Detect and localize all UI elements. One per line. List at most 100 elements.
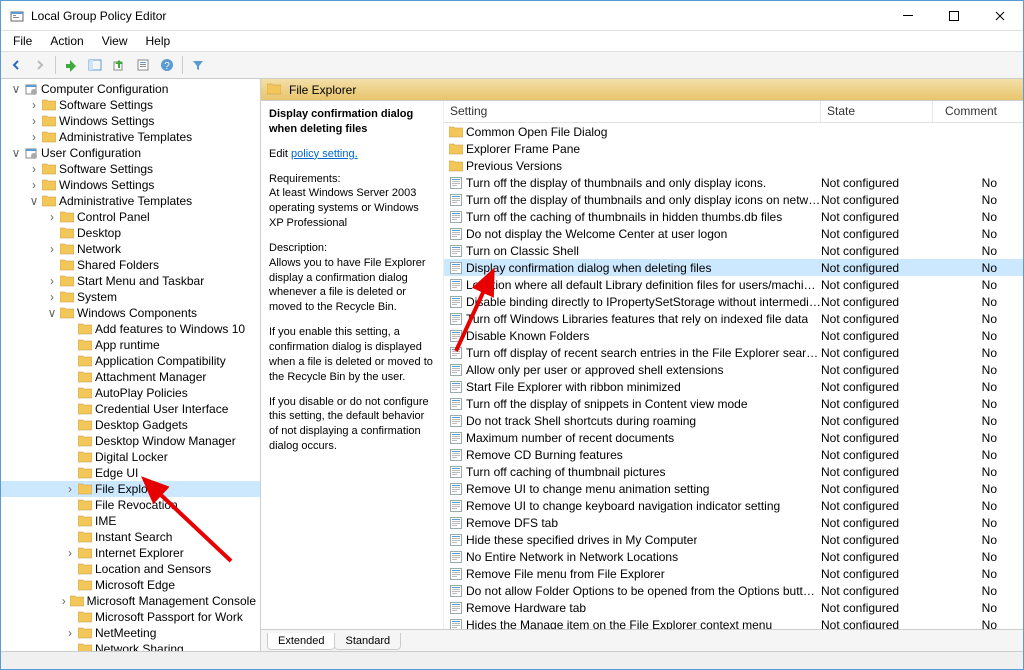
expand-icon[interactable]: › (45, 274, 59, 288)
tree-item[interactable]: Location and Sensors (1, 561, 260, 577)
col-header-setting[interactable]: Setting (444, 101, 821, 122)
tree-item[interactable]: Add features to Windows 10 (1, 321, 260, 337)
tree-item[interactable]: ›Network (1, 241, 260, 257)
tree-item[interactable]: Desktop (1, 225, 260, 241)
tree-item[interactable]: File Revocation (1, 497, 260, 513)
list-row[interactable]: Remove UI to change keyboard navigation … (444, 497, 1023, 514)
filter-button[interactable] (187, 54, 209, 76)
back-button[interactable] (5, 54, 27, 76)
list-row[interactable]: Explorer Frame Pane (444, 140, 1023, 157)
tree-item[interactable]: Instant Search (1, 529, 260, 545)
forward-button[interactable] (29, 54, 51, 76)
list-row[interactable]: Disable binding directly to IPropertySet… (444, 293, 1023, 310)
expand-icon[interactable]: › (63, 626, 77, 640)
list-body[interactable]: Common Open File DialogExplorer Frame Pa… (444, 123, 1023, 629)
list-row[interactable]: Turn off the display of thumbnails and o… (444, 191, 1023, 208)
list-row[interactable]: Remove CD Burning featuresNot configured… (444, 446, 1023, 463)
expand-icon[interactable]: › (45, 242, 59, 256)
menu-help[interactable]: Help (138, 32, 179, 50)
list-row[interactable]: Do not display the Welcome Center at use… (444, 225, 1023, 242)
tree-item[interactable]: Shared Folders (1, 257, 260, 273)
list-row[interactable]: Previous Versions (444, 157, 1023, 174)
show-hide-tree-button[interactable] (84, 54, 106, 76)
tree-item[interactable]: ∨Computer Configuration (1, 81, 260, 97)
list-row[interactable]: Remove Hardware tabNot configuredNo (444, 599, 1023, 616)
expand-icon[interactable]: › (27, 130, 41, 144)
collapse-icon[interactable]: ∨ (9, 146, 23, 160)
tree-item[interactable]: Desktop Gadgets (1, 417, 260, 433)
tree-item[interactable]: Edge UI (1, 465, 260, 481)
tree-item[interactable]: ›Software Settings (1, 97, 260, 113)
tab-extended[interactable]: Extended (267, 633, 335, 650)
help-button[interactable]: ? (156, 54, 178, 76)
maximize-button[interactable] (931, 1, 977, 31)
list-row[interactable]: Maximum number of recent documentsNot co… (444, 429, 1023, 446)
collapse-icon[interactable]: ∨ (27, 194, 41, 208)
tree-item[interactable]: ∨Administrative Templates (1, 193, 260, 209)
expand-icon[interactable]: › (57, 594, 70, 608)
col-header-state[interactable]: State (821, 101, 933, 122)
tree-item[interactable]: Desktop Window Manager (1, 433, 260, 449)
menu-action[interactable]: Action (42, 32, 91, 50)
tree-item[interactable]: ›Windows Settings (1, 113, 260, 129)
expand-icon[interactable]: › (27, 98, 41, 112)
tree-item[interactable]: ›System (1, 289, 260, 305)
list-row[interactable]: No Entire Network in Network LocationsNo… (444, 548, 1023, 565)
close-button[interactable] (977, 1, 1023, 31)
tab-standard[interactable]: Standard (334, 633, 401, 650)
tree-item[interactable]: ›File Explorer (1, 481, 260, 497)
list-row[interactable]: Do not allow Folder Options to be opened… (444, 582, 1023, 599)
expand-icon[interactable]: › (45, 290, 59, 304)
up-button[interactable] (60, 54, 82, 76)
list-row[interactable]: Display confirmation dialog when deletin… (444, 259, 1023, 276)
edit-policy-link[interactable]: policy setting. (291, 148, 358, 160)
tree-item[interactable]: Digital Locker (1, 449, 260, 465)
tree-item[interactable]: Microsoft Passport for Work (1, 609, 260, 625)
tree-item[interactable]: Application Compatibility (1, 353, 260, 369)
tree-item[interactable]: ∨Windows Components (1, 305, 260, 321)
list-row[interactable]: Start File Explorer with ribbon minimize… (444, 378, 1023, 395)
list-row[interactable]: Hides the Manage item on the File Explor… (444, 616, 1023, 629)
tree-item[interactable]: IME (1, 513, 260, 529)
expand-icon[interactable]: › (27, 178, 41, 192)
list-row[interactable]: Remove DFS tabNot configuredNo (444, 514, 1023, 531)
list-row[interactable]: Disable Known FoldersNot configuredNo (444, 327, 1023, 344)
tree-item[interactable]: Credential User Interface (1, 401, 260, 417)
list-row[interactable]: Turn off the display of thumbnails and o… (444, 174, 1023, 191)
tree-item[interactable]: ›Microsoft Management Console (1, 593, 260, 609)
tree-item[interactable]: Attachment Manager (1, 369, 260, 385)
tree-item[interactable]: Network Sharing (1, 641, 260, 651)
properties-button[interactable] (132, 54, 154, 76)
list-row[interactable]: Turn on Classic ShellNot configuredNo (444, 242, 1023, 259)
list-row[interactable]: Hide these specified drives in My Comput… (444, 531, 1023, 548)
list-row[interactable]: Do not track Shell shortcuts during roam… (444, 412, 1023, 429)
list-row[interactable]: Turn off the caching of thumbnails in hi… (444, 208, 1023, 225)
tree-panel[interactable]: ∨Computer Configuration›Software Setting… (1, 79, 261, 651)
tree-item[interactable]: ›Software Settings (1, 161, 260, 177)
list-row[interactable]: Remove File menu from File ExplorerNot c… (444, 565, 1023, 582)
list-row[interactable]: Turn off Windows Libraries features that… (444, 310, 1023, 327)
minimize-button[interactable] (885, 1, 931, 31)
tree-item[interactable]: App runtime (1, 337, 260, 353)
expand-icon[interactable]: › (63, 482, 77, 496)
tree-item[interactable]: AutoPlay Policies (1, 385, 260, 401)
list-row[interactable]: Common Open File Dialog (444, 123, 1023, 140)
collapse-icon[interactable]: ∨ (45, 306, 59, 320)
list-row[interactable]: Turn off display of recent search entrie… (444, 344, 1023, 361)
export-list-button[interactable] (108, 54, 130, 76)
expand-icon[interactable]: › (27, 114, 41, 128)
expand-icon[interactable]: › (63, 546, 77, 560)
tree-item[interactable]: ›Administrative Templates (1, 129, 260, 145)
menu-view[interactable]: View (94, 32, 136, 50)
tree-item[interactable]: Microsoft Edge (1, 577, 260, 593)
menu-file[interactable]: File (5, 32, 40, 50)
tree-item[interactable]: ›Control Panel (1, 209, 260, 225)
col-header-comment[interactable]: Comment (933, 101, 1023, 122)
tree-item[interactable]: ›NetMeeting (1, 625, 260, 641)
tree-item[interactable]: ›Internet Explorer (1, 545, 260, 561)
tree-item[interactable]: ›Start Menu and Taskbar (1, 273, 260, 289)
tree-item[interactable]: ∨User Configuration (1, 145, 260, 161)
list-row[interactable]: Turn off caching of thumbnail picturesNo… (444, 463, 1023, 480)
collapse-icon[interactable]: ∨ (9, 82, 23, 96)
list-row[interactable]: Location where all default Library defin… (444, 276, 1023, 293)
